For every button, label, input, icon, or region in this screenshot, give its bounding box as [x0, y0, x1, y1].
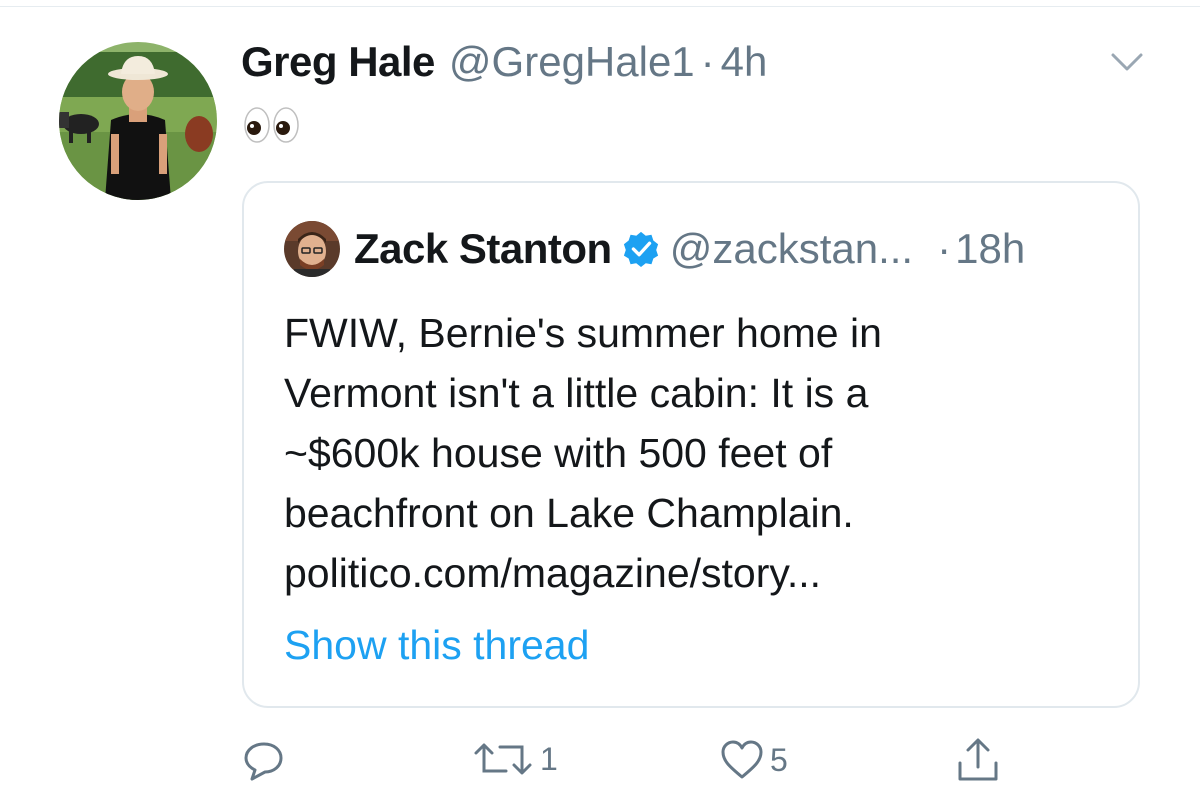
separator: · [937, 225, 952, 272]
retweet-button[interactable]: 1 [472, 739, 558, 779]
quoted-author-avatar[interactable] [284, 221, 340, 277]
author-avatar[interactable] [59, 42, 217, 200]
author-name[interactable]: Greg Hale [241, 38, 435, 86]
tweet-text [242, 104, 302, 155]
heart-icon [721, 740, 763, 779]
share-icon [958, 738, 998, 781]
like-count: 5 [770, 741, 788, 778]
like-button[interactable]: 5 [720, 739, 788, 781]
quoted-author-handle[interactable]: @zackstan... [670, 225, 913, 273]
show-thread-link[interactable]: Show this thread [284, 615, 589, 675]
quoted-text: FWIW, Bernie's summer home in Vermont is… [284, 303, 1114, 603]
tweet-header: Greg Hale @GregHale1 · 4h [241, 38, 767, 98]
quoted-text-line: ~$600k house with 500 feet of [284, 430, 833, 476]
quoted-timestamp[interactable]: 18h [955, 225, 1025, 273]
author-handle[interactable]: @GregHale1 [449, 38, 695, 86]
quoted-text-line: Vermont isn't a little cabin: It is a [284, 370, 869, 416]
quoted-link[interactable]: politico.com/magazine/story... [284, 543, 1114, 603]
quoted-author-name[interactable]: Zack Stanton [354, 225, 612, 273]
reply-button[interactable] [242, 739, 292, 783]
quoted-text-line: FWIW, Bernie's summer home in [284, 310, 882, 356]
timestamp[interactable]: 4h [721, 38, 768, 86]
quoted-text-line: beachfront on Lake Champlain. [284, 490, 854, 536]
share-button[interactable] [956, 737, 1000, 783]
action-bar: 1 5 [0, 735, 1200, 785]
eyes-emoji [242, 104, 302, 144]
quoted-tweet[interactable]: Zack Stanton @zackstan... · 18h FWIW, Be… [242, 181, 1140, 708]
divider [0, 0, 1200, 7]
chevron-down-icon[interactable] [1110, 50, 1144, 74]
verified-badge-icon [623, 231, 658, 268]
reply-icon [244, 742, 283, 781]
retweet-icon [474, 743, 532, 775]
retweet-count: 1 [540, 740, 558, 777]
quoted-header: Zack Stanton @zackstan... · 18h [354, 219, 1025, 279]
separator: · [700, 38, 715, 85]
tweet[interactable]: Greg Hale @GregHale1 · 4h Zack Stanton @… [0, 0, 1200, 803]
